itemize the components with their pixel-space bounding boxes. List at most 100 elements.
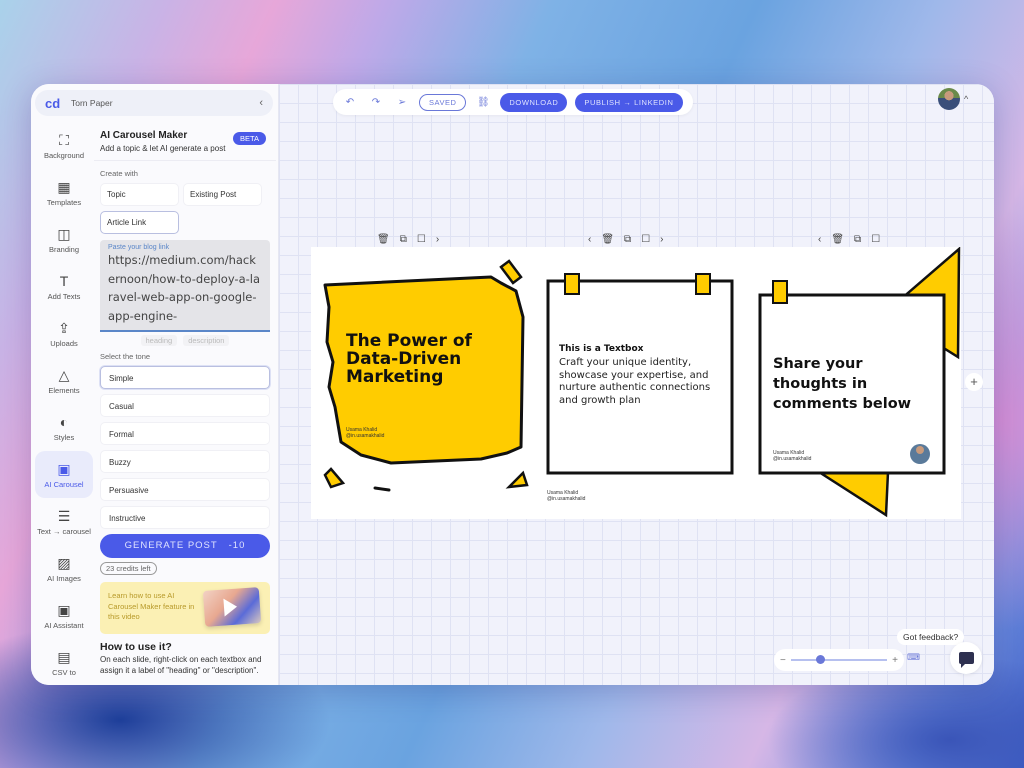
slide-3-title[interactable]: Share your thoughts in comments below (773, 354, 938, 414)
create-option-existing-post[interactable]: Existing Post (183, 183, 262, 206)
sidebar-item-label: Styles (53, 433, 75, 442)
torn-fragment (323, 467, 346, 489)
sidebar-item-uploads[interactable]: ⇪ Uploads (35, 310, 93, 357)
tone-option-instructive[interactable]: Instructive (100, 506, 270, 529)
duplicate-icon[interactable]: ⧉ (624, 234, 631, 245)
slide-1-tools: 🗑 ⧉ ☐ › (377, 234, 439, 245)
sidebar-item-ai-carousel[interactable]: ▣ AI Carousel (35, 451, 93, 498)
delete-icon[interactable]: 🗑 (377, 234, 390, 245)
zoom-slider-knob[interactable] (815, 655, 825, 664)
create-option-article-link[interactable]: Article Link (100, 211, 179, 234)
tone-option-persuasive[interactable]: Persuasive (100, 478, 270, 501)
slide-3-tools: ‹ 🗑 ⧉ ☐ (818, 234, 880, 245)
chevron-up-icon[interactable]: ^ (964, 94, 968, 104)
elements-icon: △ (58, 367, 70, 383)
sidebar-item-label: Text → carousel (37, 527, 91, 536)
next-icon[interactable]: › (436, 234, 439, 245)
sidebar-item-label: AI Images (47, 574, 81, 583)
publish-linkedin-button[interactable]: PUBLISH → LINKEDIN (575, 92, 683, 112)
add-texts-icon: T (59, 273, 69, 289)
undo-icon[interactable]: ↶ (341, 97, 359, 108)
tutorial-video-card[interactable]: Learn how to use AI Carousel Maker featu… (100, 582, 270, 634)
duplicate-icon[interactable]: ⧉ (854, 234, 861, 245)
next-icon[interactable]: › (660, 234, 663, 245)
torn-fragment (373, 486, 391, 492)
tone-option-formal[interactable]: Formal (100, 422, 270, 445)
torn-fragment (505, 470, 529, 489)
sidebar-item-label: Add Texts (47, 292, 81, 301)
project-name[interactable]: Torn Paper (71, 98, 259, 108)
user-menu[interactable]: ^ (938, 87, 978, 111)
ai-carousel-panel: AI Carousel Maker BETA Add a topic & let… (94, 122, 276, 676)
generate-label: GENERATE POST (124, 540, 218, 551)
sidebar-item-branding[interactable]: ◫ Branding (35, 216, 93, 263)
zoom-in-button[interactable]: + (892, 655, 898, 666)
sidebar-item-label: AI Carousel (44, 480, 84, 489)
tone-option-casual[interactable]: Casual (100, 394, 270, 417)
sidebar-item-add-texts[interactable]: T Add Texts (35, 263, 93, 310)
ai-images-icon: ▨ (57, 555, 71, 571)
redo-icon[interactable]: ↷ (367, 97, 385, 108)
sidebar-item-ai-assistant[interactable]: ▣ AI Assistant (35, 592, 93, 639)
delete-icon[interactable]: 🗑 (601, 234, 614, 245)
sidebar-item-templates[interactable]: ▦ Templates (35, 169, 93, 216)
sidebar-item-elements[interactable]: △ Elements (35, 357, 93, 404)
ai-carousel-icon: ▣ (57, 461, 71, 477)
pointer-icon[interactable]: ➢ (393, 97, 411, 108)
tone-option-buzzy[interactable]: Buzzy (100, 450, 270, 473)
brand-bar: cd Torn Paper ‹ (35, 90, 273, 116)
article-link-input[interactable]: Paste your blog link https://medium.com/… (100, 240, 270, 332)
link-icon[interactable]: ⛓ (474, 97, 492, 108)
slide-3-credit: Usama Khalid @in.usamakhalid (773, 450, 811, 462)
frame-icon[interactable]: ☐ (871, 234, 880, 245)
credits-badge: 23 credits left (100, 562, 157, 575)
frame-icon[interactable]: ☐ (641, 234, 650, 245)
delete-icon[interactable]: 🗑 (831, 234, 844, 245)
sidebar-item-styles[interactable]: ◐ Styles (35, 404, 93, 451)
divider (94, 160, 276, 161)
download-button[interactable]: DOWNLOAD (500, 92, 568, 112)
slide-2-body[interactable]: Craft your unique identity, showcase you… (559, 357, 724, 407)
sidebar-nav: ⛶ Background ▦ Templates ◫ Branding T Add Texts… (35, 122, 93, 685)
sidebar-item-text-carousel[interactable]: ☰ Text → carousel (35, 498, 93, 545)
zoom-slider[interactable] (790, 655, 888, 664)
sidebar-item-ai-images[interactable]: ▨ AI Images (35, 545, 93, 592)
top-toolbar: ↶ ↷ ➢ SAVED ⛓ DOWNLOAD PUBLISH → LINKEDI… (333, 89, 693, 115)
sidebar-item-label: Uploads (50, 339, 78, 348)
play-icon (223, 597, 238, 617)
slide-1-title[interactable]: The Power of Data-Driven Marketing (346, 332, 511, 386)
sidebar-item-label: Templates (46, 198, 82, 207)
carousel-slides: The Power of Data-Driven Marketing Usama… (311, 247, 961, 519)
slide-1-credit: Usama Khalid @in.usamakhalid (346, 427, 384, 439)
slide-2-heading[interactable]: This is a Textbox (559, 344, 644, 354)
video-thumbnail[interactable] (202, 587, 262, 627)
author-handle: @in.usamakhalid (547, 496, 586, 502)
add-slide-button[interactable]: + (965, 373, 983, 391)
create-option-topic[interactable]: Topic (100, 183, 179, 206)
tone-option-simple[interactable]: Simple (100, 366, 270, 389)
zoom-control: − + (774, 649, 904, 671)
link-value[interactable]: https://medium.com/hackernoon/how-to-dep… (108, 251, 262, 325)
user-avatar[interactable] (938, 88, 960, 110)
branding-icon: ◫ (57, 226, 71, 242)
background-icon: ⛶ (59, 132, 69, 148)
generate-post-button[interactable]: GENERATE POST -10 (100, 534, 270, 558)
chat-button[interactable] (950, 642, 982, 674)
sidebar-item-background[interactable]: ⛶ Background (35, 122, 93, 169)
prev-icon[interactable]: ‹ (818, 234, 821, 245)
collapse-panel-icon[interactable]: ‹ (259, 97, 263, 109)
prev-icon[interactable]: ‹ (588, 234, 591, 245)
sidebar-item-csv-to[interactable]: ▤ CSV to (35, 639, 93, 685)
frame-icon[interactable]: ☐ (417, 234, 426, 245)
generate-cost: -10 (228, 540, 246, 551)
keyboard-shortcuts-icon[interactable]: ⌨ (907, 652, 920, 663)
duplicate-icon[interactable]: ⧉ (400, 234, 407, 245)
saved-status: SAVED (419, 93, 467, 111)
tape-top (772, 280, 788, 304)
create-with-label: Create with (100, 169, 138, 178)
uploads-icon: ⇪ (58, 320, 70, 336)
zoom-out-button[interactable]: − (780, 655, 786, 666)
feedback-tooltip[interactable]: Got feedback? (897, 629, 965, 645)
chat-icon (958, 652, 974, 668)
beta-badge: BETA (232, 132, 266, 145)
